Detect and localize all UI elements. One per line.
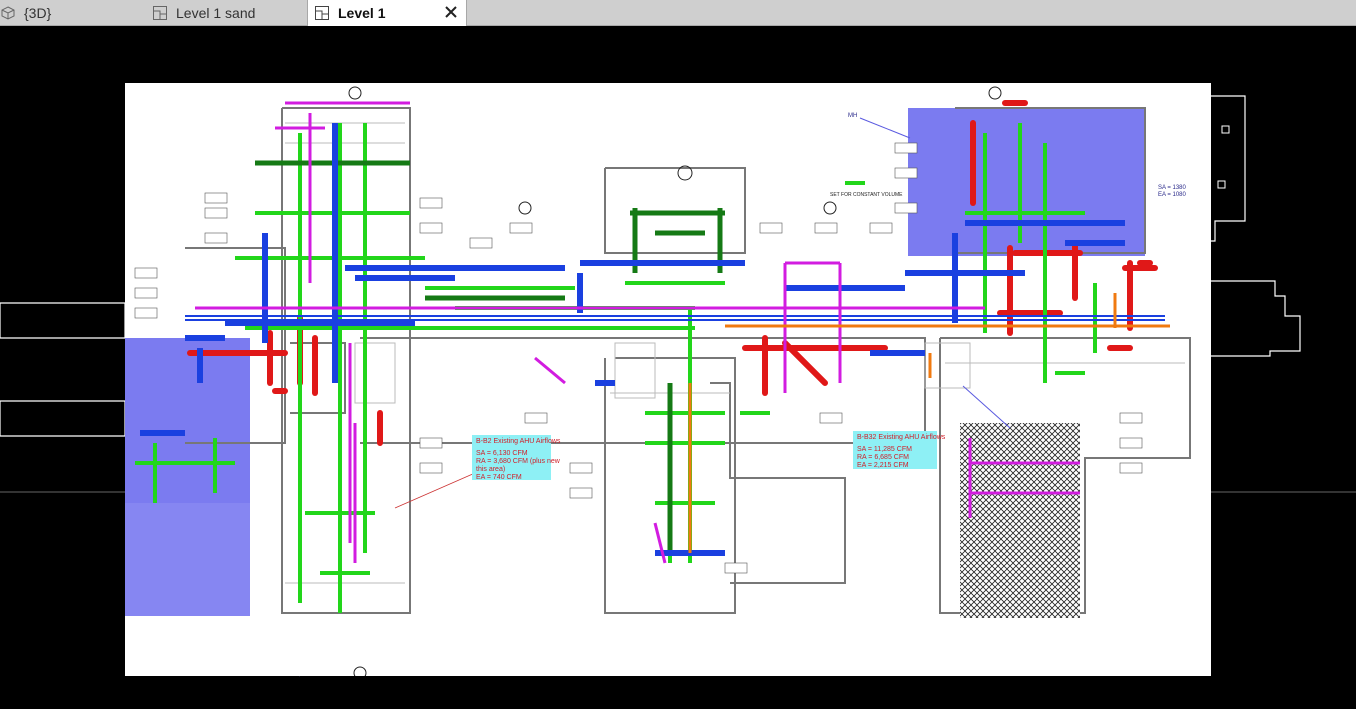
hatched-area — [960, 423, 1080, 618]
callout-title: B-B2 Existing AHU Airflows — [476, 438, 561, 445]
callout-ra: RA = 6,685 CFM — [857, 454, 909, 461]
tab-level-1[interactable]: Level 1 — [307, 0, 467, 26]
floor-plan-icon — [314, 5, 330, 21]
callout-sa: SA = 11,285 CFM — [857, 446, 912, 453]
ea-label: EA = 1080 — [1158, 192, 1186, 198]
drawing-sheet: B-B2 Existing AHU Airflows SA = 6,130 CF… — [125, 83, 1211, 680]
callout-title: B-B32 Existing AHU Airflows — [857, 434, 946, 441]
cube-icon — [0, 5, 16, 21]
view-tab-bar: {3D} Level 1 sand Level 1 — [0, 0, 1356, 26]
tab-label: Level 1 — [338, 5, 386, 21]
close-icon[interactable] — [442, 3, 460, 21]
tab-label: Level 1 sand — [176, 5, 256, 21]
ahu-airflow-callout-right: B-B32 Existing AHU Airflows SA = 11,285 … — [853, 431, 946, 469]
tab-3d[interactable]: {3D} — [0, 0, 150, 26]
callout-ra-cont: this area) — [476, 466, 506, 473]
sa-ea-label: SA = 1380 EA = 1080 — [1158, 185, 1186, 199]
constant-volume-note: SET FOR CONSTANT VOLUME — [830, 192, 903, 198]
callout-ea: EA = 2,215 CFM — [857, 462, 909, 469]
callout-ra: RA = 3,680 CFM (plus new — [476, 458, 560, 465]
sa-label: SA = 1380 — [1158, 185, 1186, 191]
floor-plan-icon — [152, 5, 168, 21]
callout-sa: SA = 6,130 CFM — [476, 450, 528, 457]
floor-plan-drawing — [125, 86, 1191, 680]
tab-level-1-sand[interactable]: Level 1 sand — [152, 0, 307, 26]
zone-top-right — [908, 108, 1145, 256]
mh-marker-label: MH — [848, 113, 858, 119]
callout-ea: EA = 740 CFM — [476, 474, 522, 481]
drawing-viewport[interactable]: B-B2 Existing AHU Airflows SA = 6,130 CF… — [0, 26, 1356, 709]
ahu-airflow-callout-left: B-B2 Existing AHU Airflows SA = 6,130 CF… — [472, 435, 561, 481]
tab-label: {3D} — [24, 5, 52, 21]
